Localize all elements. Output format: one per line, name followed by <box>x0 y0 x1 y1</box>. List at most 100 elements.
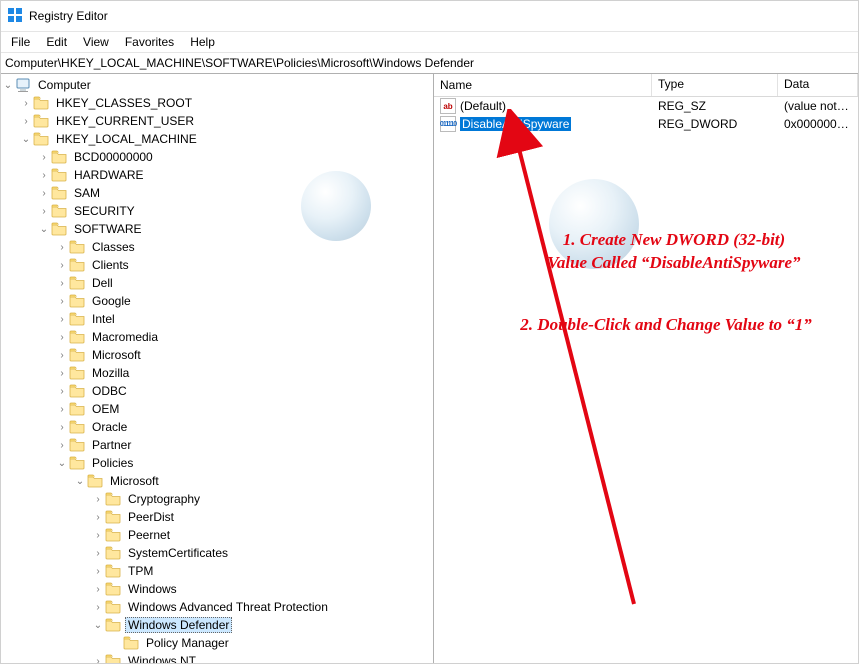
expand-toggle-icon[interactable] <box>1 80 15 91</box>
tree-node-label: HKEY_CLASSES_ROOT <box>53 95 195 111</box>
expand-toggle-icon[interactable] <box>91 494 105 505</box>
tree-node[interactable]: SOFTWAREClassesClientsDellGoogleIntelMac… <box>37 220 433 663</box>
value-row[interactable]: ab(Default)REG_SZ(value not set) <box>434 97 858 115</box>
expand-toggle-icon[interactable] <box>55 386 69 397</box>
value-data: 0x00000001 (1) <box>778 116 858 132</box>
expand-toggle-icon[interactable] <box>55 332 69 343</box>
tree-node[interactable]: HKEY_LOCAL_MACHINEBCD00000000HARDWARESAM… <box>19 130 433 663</box>
tree-node[interactable]: Windows Advanced Threat Protection <box>91 598 433 616</box>
menu-favorites[interactable]: Favorites <box>117 34 182 50</box>
tree-node[interactable]: Clients <box>55 256 433 274</box>
tree-node[interactable]: HARDWARE <box>37 166 433 184</box>
annotation-arrow <box>434 109 694 629</box>
tree-node[interactable]: Classes <box>55 238 433 256</box>
tree-node-label: Windows Advanced Threat Protection <box>125 599 331 615</box>
tree-node-label: Peernet <box>125 527 173 543</box>
tree-node[interactable]: Oracle <box>55 418 433 436</box>
expand-toggle-icon[interactable] <box>91 584 105 595</box>
expand-toggle-icon[interactable] <box>55 278 69 289</box>
tree-node[interactable]: BCD00000000 <box>37 148 433 166</box>
expand-toggle-icon[interactable] <box>91 566 105 577</box>
value-row[interactable]: 011 110DisableAntiSpywareREG_DWORD0x0000… <box>434 115 858 133</box>
expand-toggle-icon[interactable] <box>55 458 69 469</box>
expand-toggle-icon[interactable] <box>55 404 69 415</box>
column-header-name[interactable]: Name <box>434 74 652 96</box>
tree-node[interactable]: Windows NT <box>91 652 433 663</box>
expand-toggle-icon[interactable] <box>37 152 51 163</box>
folder-icon <box>69 239 85 255</box>
expand-toggle-icon[interactable] <box>55 440 69 451</box>
tree-node[interactable]: Peernet <box>91 526 433 544</box>
expand-toggle-icon[interactable] <box>91 656 105 664</box>
expand-toggle-icon[interactable] <box>55 368 69 379</box>
tree-node[interactable]: TPM <box>91 562 433 580</box>
folder-icon <box>69 311 85 327</box>
expand-toggle-icon[interactable] <box>91 602 105 613</box>
menu-file[interactable]: File <box>3 34 38 50</box>
tree-node[interactable]: Google <box>55 292 433 310</box>
tree-node[interactable]: Microsoft <box>55 346 433 364</box>
value-type: REG_DWORD <box>652 116 778 132</box>
tree-node-label: HKEY_LOCAL_MACHINE <box>53 131 200 147</box>
tree-node[interactable]: HKEY_CLASSES_ROOT <box>19 94 433 112</box>
expand-toggle-icon[interactable] <box>37 170 51 181</box>
tree-node[interactable]: Cryptography <box>91 490 433 508</box>
folder-icon <box>105 563 121 579</box>
expand-toggle-icon[interactable] <box>55 296 69 307</box>
tree-node[interactable]: Partner <box>55 436 433 454</box>
tree-node[interactable]: SAM <box>37 184 433 202</box>
values-pane[interactable]: Name Type Data ab(Default)REG_SZ(value n… <box>434 74 858 663</box>
column-header-type[interactable]: Type <box>652 74 778 96</box>
menu-view[interactable]: View <box>75 34 117 50</box>
tree-node[interactable]: HKEY_CURRENT_USER <box>19 112 433 130</box>
expand-toggle-icon[interactable] <box>37 188 51 199</box>
expand-toggle-icon[interactable] <box>91 548 105 559</box>
expand-toggle-icon[interactable] <box>91 620 105 631</box>
expand-toggle-icon[interactable] <box>19 134 33 145</box>
tree-node-label: Classes <box>89 239 138 255</box>
menu-help[interactable]: Help <box>182 34 223 50</box>
tree-node[interactable]: Windows <box>91 580 433 598</box>
tree-node[interactable]: Windows DefenderPolicy Manager <box>91 616 433 652</box>
expand-toggle-icon[interactable] <box>55 350 69 361</box>
tree-node-label: Windows Defender <box>125 617 232 633</box>
expand-toggle-icon[interactable] <box>19 98 33 109</box>
tree-node[interactable]: SECURITY <box>37 202 433 220</box>
tree-node-label: Macromedia <box>89 329 161 345</box>
tree-node[interactable]: MicrosoftCryptographyPeerDistPeernetSyst… <box>73 472 433 663</box>
expand-toggle-icon[interactable] <box>19 116 33 127</box>
tree-node[interactable]: PeerDist <box>91 508 433 526</box>
tree-node[interactable]: Intel <box>55 310 433 328</box>
folder-icon <box>69 365 85 381</box>
expand-toggle-icon[interactable] <box>73 476 87 487</box>
tree-node-label: Microsoft <box>89 347 144 363</box>
tree-node-label: Clients <box>89 257 132 273</box>
expand-toggle-icon[interactable] <box>55 242 69 253</box>
tree-node[interactable]: Dell <box>55 274 433 292</box>
expand-toggle-icon[interactable] <box>55 314 69 325</box>
values-header: Name Type Data <box>434 74 858 97</box>
expand-toggle-icon[interactable] <box>37 206 51 217</box>
tree-node[interactable]: Macromedia <box>55 328 433 346</box>
tree-node[interactable]: ComputerHKEY_CLASSES_ROOTHKEY_CURRENT_US… <box>1 76 433 663</box>
expand-toggle-icon[interactable] <box>91 512 105 523</box>
tree-node[interactable]: PoliciesMicrosoftCryptographyPeerDistPee… <box>55 454 433 663</box>
address-bar[interactable]: Computer\HKEY_LOCAL_MACHINE\SOFTWARE\Pol… <box>1 53 858 74</box>
menu-edit[interactable]: Edit <box>38 34 75 50</box>
column-header-data[interactable]: Data <box>778 74 858 96</box>
tree-node[interactable]: Policy Manager <box>109 634 433 652</box>
expand-toggle-icon[interactable] <box>91 530 105 541</box>
expand-toggle-icon[interactable] <box>55 260 69 271</box>
app-icon <box>7 7 23 26</box>
expand-toggle-icon[interactable] <box>55 422 69 433</box>
binary-value-icon: 011 110 <box>440 116 456 132</box>
tree-pane[interactable]: ComputerHKEY_CLASSES_ROOTHKEY_CURRENT_US… <box>1 74 434 663</box>
expand-toggle-icon[interactable] <box>37 224 51 235</box>
tree-node-label: Windows <box>125 581 180 597</box>
tree-node[interactable]: SystemCertificates <box>91 544 433 562</box>
folder-icon <box>69 419 85 435</box>
tree-node[interactable]: OEM <box>55 400 433 418</box>
tree-node[interactable]: ODBC <box>55 382 433 400</box>
tree-node[interactable]: Mozilla <box>55 364 433 382</box>
folder-icon <box>69 383 85 399</box>
